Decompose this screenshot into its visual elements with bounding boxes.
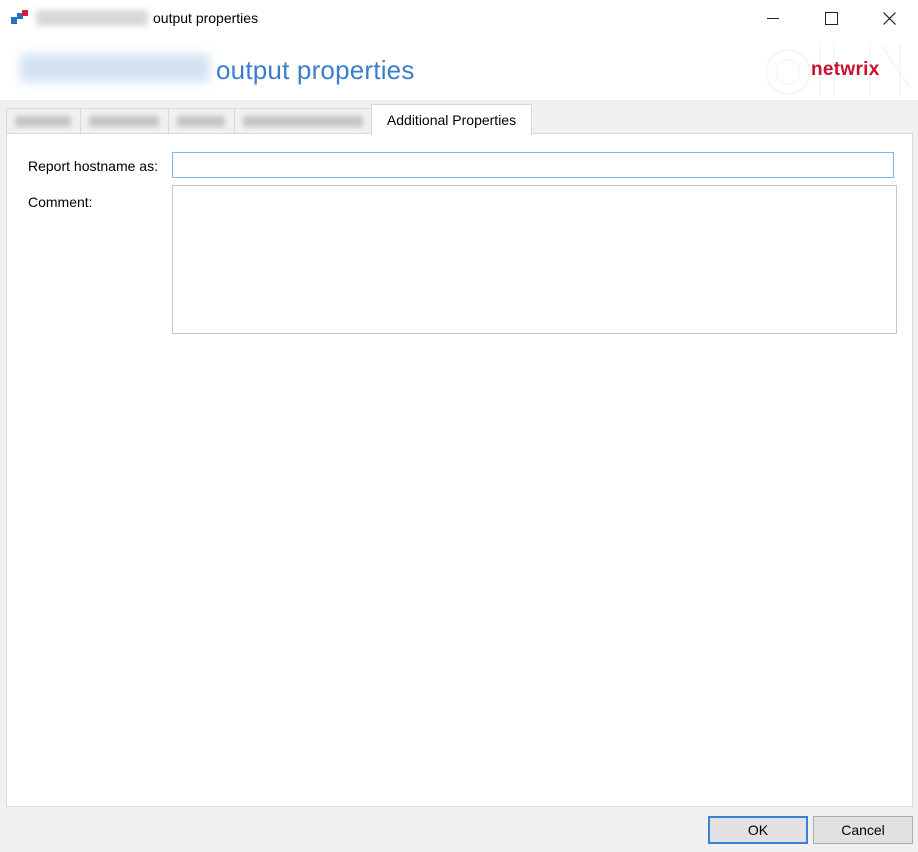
cancel-button[interactable]: Cancel <box>813 816 913 844</box>
properties-panel: Report hostname as: Comment: <box>6 133 913 807</box>
maximize-icon <box>824 11 838 25</box>
ok-button[interactable]: OK <box>708 816 808 844</box>
tab-additional-properties[interactable]: Additional Properties <box>371 104 532 135</box>
tab-2[interactable] <box>80 108 169 133</box>
maximize-button[interactable] <box>802 0 860 36</box>
window-title: output properties <box>153 10 259 26</box>
tab-strip: Additional Properties <box>6 104 912 135</box>
tab-label-redacted <box>89 116 159 127</box>
tab-4[interactable] <box>234 108 373 133</box>
title-bar: output properties <box>0 0 918 38</box>
hostname-label: Report hostname as: <box>28 158 158 174</box>
header-title: output properties <box>216 55 415 85</box>
app-icon <box>11 10 28 24</box>
close-icon <box>882 11 896 25</box>
tab-label-redacted <box>177 116 225 127</box>
title-redacted <box>36 10 148 26</box>
minimize-icon <box>767 17 779 19</box>
header-banner: output properties netwrix <box>0 38 918 100</box>
comment-textarea[interactable] <box>172 185 897 334</box>
hostname-input[interactable] <box>172 152 894 178</box>
close-button[interactable] <box>860 0 918 36</box>
tab-label-redacted <box>243 116 363 127</box>
tab-1[interactable] <box>6 108 81 133</box>
comment-label: Comment: <box>28 194 93 210</box>
minimize-button[interactable] <box>744 0 802 36</box>
tab-label-redacted <box>15 116 71 127</box>
header-title-redacted <box>20 54 210 82</box>
tab-3[interactable] <box>168 108 235 133</box>
netwrix-logo: netwrix <box>811 59 880 80</box>
